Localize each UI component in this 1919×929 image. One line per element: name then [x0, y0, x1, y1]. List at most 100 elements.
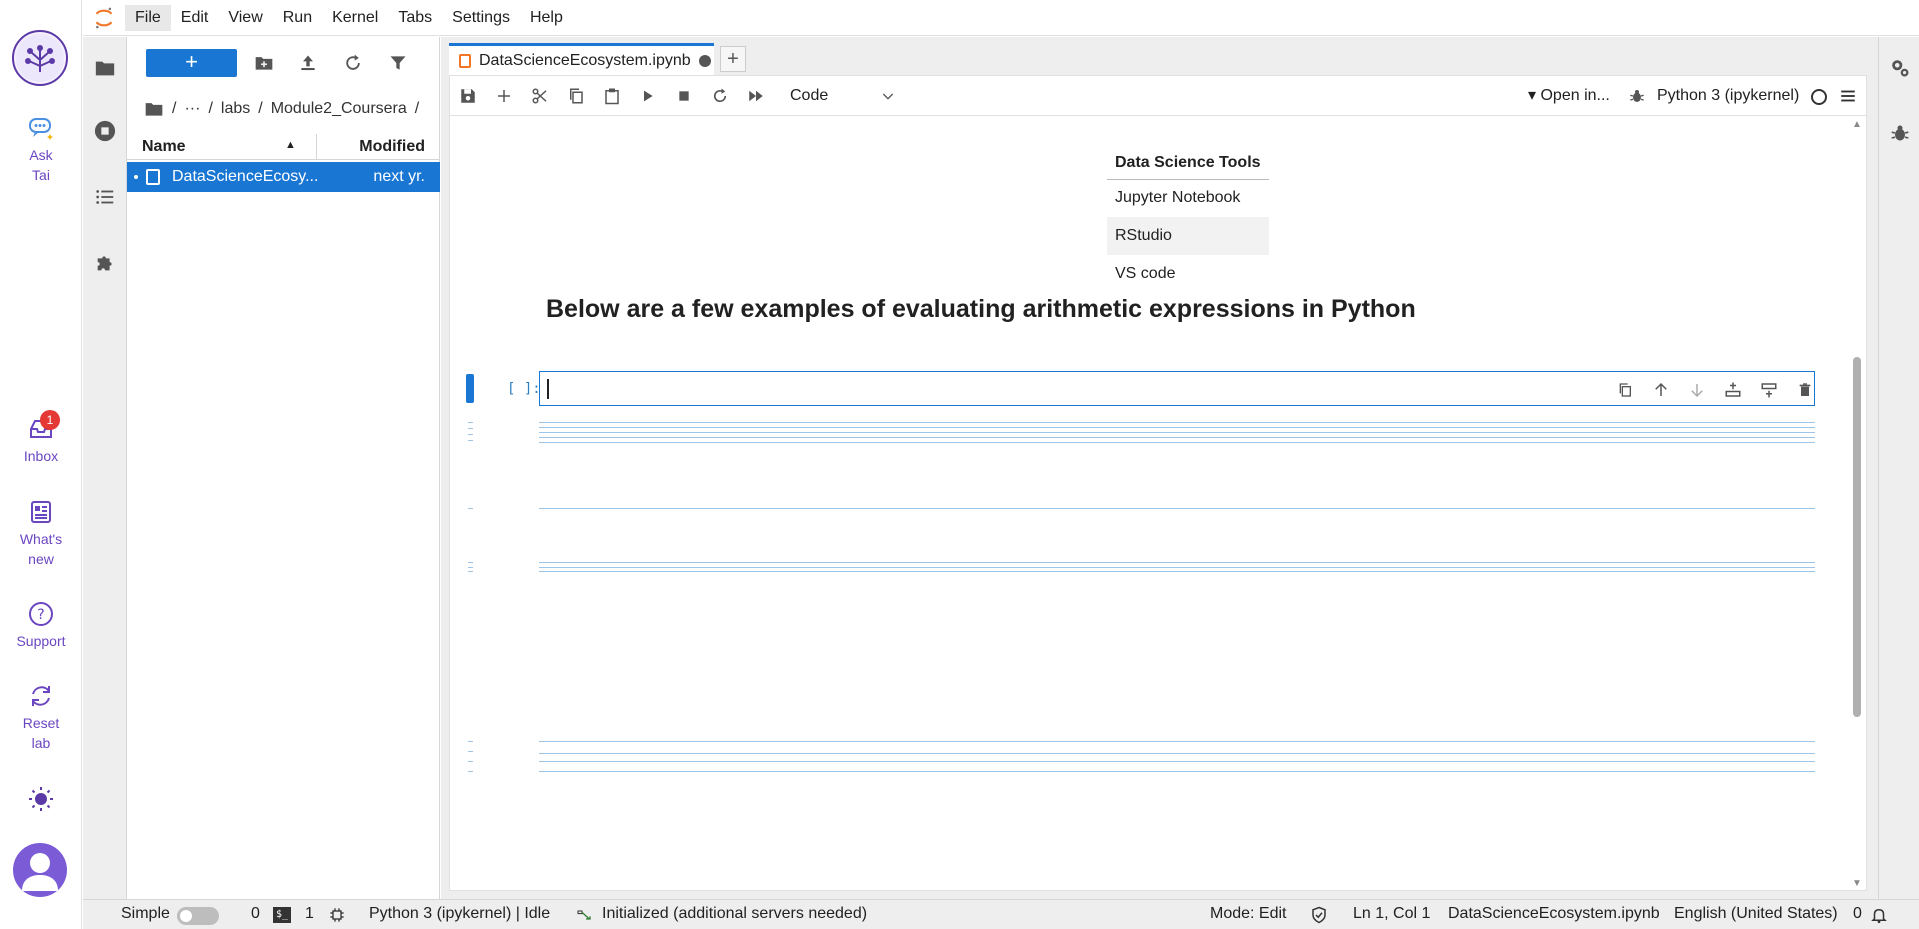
placeholder-line — [539, 771, 1815, 772]
restart-run-all-button[interactable] — [744, 84, 768, 108]
arrow-down-icon — [1691, 384, 1703, 398]
user-avatar[interactable] — [13, 843, 67, 897]
home-folder-icon[interactable] — [144, 99, 164, 119]
lsp-icon — [575, 907, 593, 928]
cpu-chip-icon[interactable] — [329, 907, 345, 928]
toc-tab[interactable] — [92, 184, 118, 210]
lsp-status[interactable]: Initialized (additional servers needed) — [602, 905, 867, 923]
breadcrumb-module[interactable]: Module2_Coursera — [271, 100, 407, 118]
upload-button[interactable] — [296, 51, 320, 75]
svg-text:?: ? — [37, 607, 44, 623]
insert-below-icon — [1761, 383, 1777, 398]
run-button[interactable] — [636, 84, 660, 108]
extensions-tab[interactable] — [92, 250, 118, 276]
menu-settings[interactable]: Settings — [442, 5, 520, 31]
refresh-button[interactable] — [341, 51, 365, 75]
menu-kernel[interactable]: Kernel — [322, 5, 388, 31]
paste-icon — [605, 88, 619, 105]
notification-count[interactable]: 0 — [1853, 905, 1862, 923]
file-browser-tab[interactable] — [92, 55, 118, 81]
chat-bubble-icon — [29, 118, 53, 140]
ask-tai-button[interactable]: Ask Tai — [0, 114, 82, 185]
property-inspector-tab[interactable] — [1887, 55, 1913, 81]
cursor-position[interactable]: Ln 1, Col 1 — [1353, 905, 1430, 923]
placeholder-line — [539, 741, 1815, 742]
tab-notebook[interactable]: DataScienceEcosystem.ipynb — [449, 43, 714, 75]
terminal-icon[interactable]: $_ — [273, 907, 291, 923]
scroll-thumb[interactable] — [1853, 357, 1861, 717]
status-filename: DataScienceEcosystem.ipynb — [1448, 905, 1660, 922]
save-button[interactable] — [456, 84, 480, 108]
active-cell-marker[interactable] — [466, 374, 474, 403]
file-modified: next yr. — [373, 168, 425, 185]
file-row[interactable]: DataScienceEcosy... next yr. — [127, 162, 440, 192]
shield-check-icon[interactable] — [1310, 906, 1328, 929]
delete-cell-button[interactable] — [1794, 379, 1816, 401]
reset-lab-label-2: lab — [31, 735, 51, 751]
duplicate-icon — [1619, 383, 1631, 397]
support-button[interactable]: ? Support — [0, 600, 82, 651]
bell-icon[interactable] — [1870, 906, 1888, 929]
notebook-menu-button[interactable] — [1836, 84, 1860, 108]
unsaved-dot-icon[interactable] — [698, 54, 711, 67]
duplicate-cell-button[interactable] — [1614, 379, 1636, 401]
scroll-down-icon[interactable]: ▼ — [1852, 878, 1862, 889]
simple-mode-label: Simple — [121, 905, 170, 922]
debugger-button[interactable] — [1625, 84, 1649, 108]
new-folder-button[interactable] — [252, 51, 276, 75]
breadcrumb-root[interactable]: / — [172, 100, 176, 118]
scroll-up-icon[interactable]: ▲ — [1852, 119, 1862, 130]
debugger-tab[interactable] — [1887, 120, 1913, 146]
menu-help[interactable]: Help — [520, 5, 573, 31]
move-down-button[interactable] — [1686, 379, 1708, 401]
breadcrumb-labs[interactable]: labs — [221, 100, 250, 118]
cut-button[interactable] — [528, 84, 552, 108]
insert-below-button[interactable] — [1758, 379, 1780, 401]
move-up-button[interactable] — [1650, 379, 1672, 401]
terminals-count[interactable]: 0 — [251, 905, 260, 923]
add-tab-button[interactable]: + — [720, 46, 746, 72]
copy-button[interactable] — [564, 84, 588, 108]
insert-above-button[interactable] — [1722, 379, 1744, 401]
insert-cell-button[interactable] — [492, 84, 516, 108]
reset-lab-button[interactable]: Reset lab — [0, 682, 82, 753]
kernels-count[interactable]: 1 — [305, 905, 314, 923]
display-language[interactable]: English (United States) — [1674, 905, 1838, 923]
code-cell-editor[interactable] — [539, 371, 1815, 406]
simple-mode-toggle[interactable] — [177, 907, 219, 925]
column-name[interactable]: Name — [142, 138, 186, 156]
brand-logo[interactable] — [12, 30, 68, 86]
filter-button[interactable] — [386, 51, 410, 75]
notebook-tab-icon — [459, 53, 471, 68]
kernel-status[interactable]: Python 3 (ipykernel) | Idle — [369, 905, 550, 923]
open-in-label: Open in... — [1540, 87, 1610, 104]
menu-run[interactable]: Run — [273, 5, 322, 31]
placeholder-mark — [468, 751, 473, 752]
notebook-file-icon — [146, 169, 160, 185]
menu-edit[interactable]: Edit — [171, 5, 219, 31]
menu-bar: File Edit View Run Kernel Tabs Settings … — [83, 0, 1919, 36]
paste-button[interactable] — [600, 84, 624, 108]
kernel-name-button[interactable]: Python 3 (ipykernel) — [1657, 84, 1799, 108]
breadcrumb-ellipsis[interactable]: ··· — [184, 100, 200, 118]
interrupt-button[interactable] — [672, 84, 696, 108]
save-icon — [461, 89, 475, 103]
menu-tabs[interactable]: Tabs — [388, 5, 442, 31]
theme-toggle[interactable] — [0, 785, 82, 816]
open-in-dropdown[interactable]: ▾ Open in... — [1528, 84, 1610, 108]
placeholder-line — [539, 427, 1815, 428]
whats-new-button[interactable]: What's new — [0, 498, 82, 569]
placeholder-mark — [468, 434, 473, 435]
cell-type-select[interactable]: Code — [790, 84, 900, 108]
breadcrumb-sep: / — [208, 100, 213, 117]
placeholder-line — [539, 567, 1815, 568]
notebook-scrollbar[interactable]: ▲ ▼ — [1850, 117, 1864, 891]
tree-logo-icon — [16, 34, 64, 82]
new-launcher-button[interactable]: + — [146, 49, 237, 77]
menu-file[interactable]: File — [125, 4, 171, 31]
column-divider[interactable] — [316, 134, 317, 160]
running-tab[interactable] — [92, 118, 118, 144]
menu-view[interactable]: View — [218, 5, 272, 31]
column-modified[interactable]: Modified — [359, 138, 425, 156]
restart-button[interactable] — [708, 84, 732, 108]
